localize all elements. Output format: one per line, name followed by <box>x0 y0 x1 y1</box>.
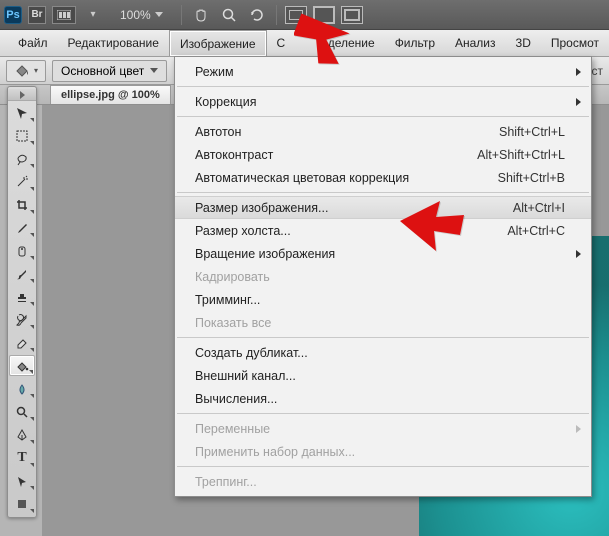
document-title: ellipse.jpg @ 100% <box>61 89 160 101</box>
menu-item[interactable]: Режим <box>175 60 591 83</box>
menu-item-label: Автоконтраст <box>195 148 273 162</box>
dodge-tool-icon[interactable] <box>9 401 35 422</box>
menu-item[interactable]: Создать дубликат... <box>175 341 591 364</box>
menu-view-partial[interactable]: Просмот <box>541 30 609 56</box>
menu-item-label: Размер изображения... <box>195 201 328 215</box>
menu-layer-partial[interactable]: С <box>267 30 288 56</box>
menu-item-shortcut: Alt+Ctrl+C <box>507 224 565 238</box>
bridge-icon[interactable]: Br <box>28 6 46 24</box>
menu-item-shortcut: Shift+Ctrl+L <box>499 125 565 139</box>
chevron-right-icon <box>576 98 581 106</box>
menu-item: Показать все <box>175 311 591 334</box>
menu-item: Переменные <box>175 417 591 440</box>
mini-bridge-icon[interactable] <box>52 6 76 24</box>
fill-source-label: Основной цвет <box>61 64 144 78</box>
menu-filter[interactable]: Фильтр <box>385 30 445 56</box>
shape-tool-icon[interactable] <box>9 493 35 514</box>
menu-item[interactable]: Вычисления... <box>175 387 591 410</box>
tool-preset-picker[interactable]: ▾ <box>6 60 46 82</box>
menu-item: Кадрировать <box>175 265 591 288</box>
menu-item[interactable]: Коррекция <box>175 90 591 113</box>
hand-icon[interactable] <box>190 4 212 26</box>
menu-item: Треппинг... <box>175 470 591 493</box>
healing-tool-icon[interactable] <box>9 240 35 261</box>
menu-item[interactable]: Автоконтраст Alt+Shift+Ctrl+L <box>175 143 591 166</box>
menu-item-label: Применить набор данных... <box>195 445 355 459</box>
tool-panel-toggle[interactable] <box>8 89 36 101</box>
crop-tool-icon[interactable] <box>9 194 35 215</box>
menu-item-label: Размер холста... <box>195 224 291 238</box>
menu-item-label: Автотон <box>195 125 241 139</box>
blur-tool-icon[interactable] <box>9 378 35 399</box>
menu-item-shortcut: Alt+Shift+Ctrl+L <box>477 148 565 162</box>
menu-item: Применить набор данных... <box>175 440 591 463</box>
type-tool-icon[interactable]: T <box>9 447 35 468</box>
menu-item[interactable]: Вращение изображения <box>175 242 591 265</box>
zoom-level[interactable]: 100% <box>110 8 173 22</box>
path-select-tool-icon[interactable] <box>9 470 35 491</box>
menu-item-label: Вращение изображения <box>195 247 335 261</box>
menu-item-label: Треппинг... <box>195 475 257 489</box>
menu-item[interactable]: Внешний канал... <box>175 364 591 387</box>
annotation-arrow-top <box>294 10 354 71</box>
menu-item-shortcut: Shift+Ctrl+B <box>498 171 565 185</box>
photoshop-icon[interactable]: Ps <box>4 6 22 24</box>
menu-item-label: Переменные <box>195 422 270 436</box>
pen-tool-icon[interactable] <box>9 424 35 445</box>
eyedropper-tool-icon[interactable] <box>9 217 35 238</box>
eraser-tool-icon[interactable] <box>9 332 35 353</box>
menu-item-label: Автоматическая цветовая коррекция <box>195 171 409 185</box>
document-tab[interactable]: ellipse.jpg @ 100% <box>50 85 171 104</box>
menu-item-label: Создать дубликат... <box>195 346 308 360</box>
zoom-icon[interactable] <box>218 4 240 26</box>
bucket-tool-icon[interactable] <box>9 355 35 376</box>
brush-tool-icon[interactable] <box>9 263 35 284</box>
menu-analysis[interactable]: Анализ <box>445 30 506 56</box>
menu-item[interactable]: Автотон Shift+Ctrl+L <box>175 120 591 143</box>
menu-item-shortcut: Alt+Ctrl+I <box>513 201 565 215</box>
chevron-right-icon <box>576 425 581 433</box>
menu-item-label: Тримминг... <box>195 293 260 307</box>
menu-edit[interactable]: Редактирование <box>58 30 169 56</box>
menu-file[interactable]: Файл <box>8 30 58 56</box>
menu-item-label: Коррекция <box>195 95 256 109</box>
chevron-right-icon <box>576 68 581 76</box>
zoom-value: 100% <box>120 8 151 22</box>
wand-tool-icon[interactable] <box>9 171 35 192</box>
chevron-down-icon <box>155 12 163 17</box>
image-menu-dropdown: Режим Коррекция Автотон Shift+Ctrl+L Автокон… <box>174 56 592 497</box>
menu-item[interactable]: Размер изображения... Alt+Ctrl+I <box>175 196 591 219</box>
rotate-icon[interactable] <box>246 4 268 26</box>
history-brush-tool-icon[interactable] <box>9 309 35 330</box>
menu-item[interactable]: Автоматическая цветовая коррекция Shift+C… <box>175 166 591 189</box>
tool-panel: T <box>7 86 37 518</box>
move-tool-icon[interactable] <box>9 102 35 123</box>
menu-image[interactable]: Изображение <box>169 30 267 56</box>
menu-3d[interactable]: 3D <box>506 30 541 56</box>
menu-item[interactable]: Размер холста... Alt+Ctrl+C <box>175 219 591 242</box>
menu-item[interactable]: Тримминг... <box>175 288 591 311</box>
stamp-tool-icon[interactable] <box>9 286 35 307</box>
menu-item-label: Вычисления... <box>195 392 277 406</box>
menu-item-label: Внешний канал... <box>195 369 296 383</box>
menu-item-label: Кадрировать <box>195 270 270 284</box>
marquee-tool-icon[interactable] <box>9 125 35 146</box>
menu-item-label: Показать все <box>195 316 271 330</box>
chevron-right-icon <box>576 250 581 258</box>
menu-item-label: Режим <box>195 65 234 79</box>
lasso-tool-icon[interactable] <box>9 148 35 169</box>
annotation-arrow-middle <box>400 201 464 256</box>
chevron-down-icon <box>150 68 158 73</box>
fill-source-dropdown[interactable]: Основной цвет <box>52 60 167 82</box>
